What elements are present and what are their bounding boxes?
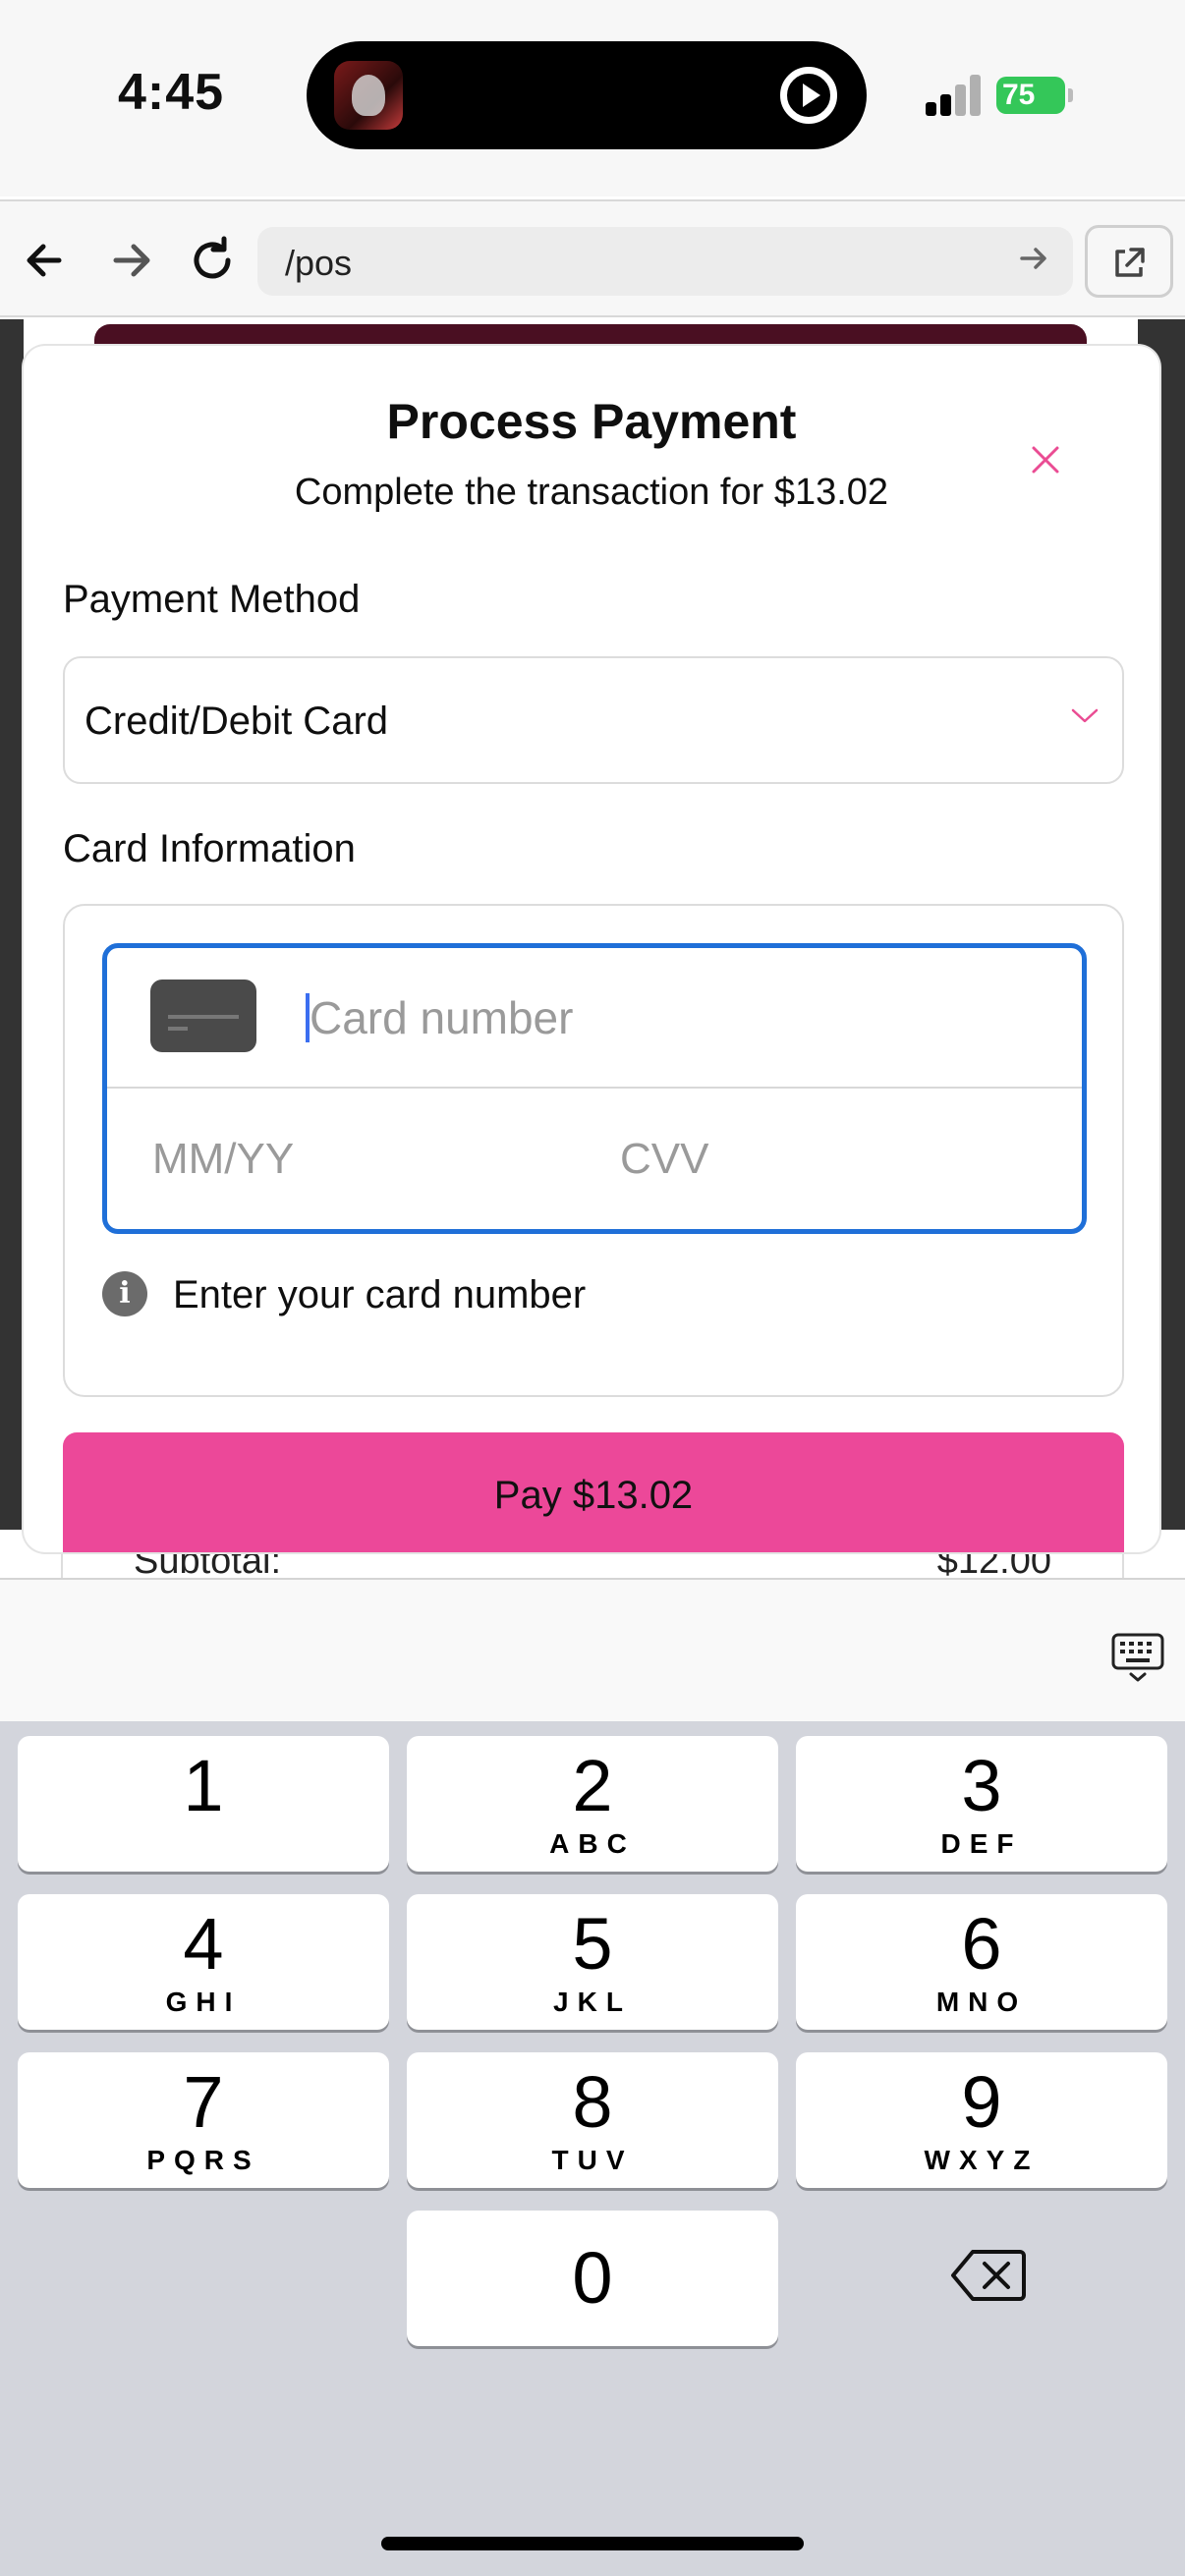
key-letters: GHI [165, 1987, 242, 2017]
key-digit: 4 [183, 1903, 224, 1985]
play-icon [780, 67, 837, 124]
key-letters: PQRS [146, 2145, 260, 2175]
back-arrow-icon[interactable] [16, 229, 79, 292]
key-digit: 7 [183, 2061, 224, 2143]
key-letters: WXYZ [924, 2145, 1040, 2175]
browser-toolbar: /pos [0, 199, 1185, 317]
key-0[interactable]: 0 [407, 2211, 778, 2346]
payment-modal: Process Payment Complete the transaction… [24, 346, 1159, 1552]
battery-level: 75 [1002, 79, 1036, 111]
close-icon[interactable] [1018, 432, 1073, 487]
delete-icon[interactable] [949, 2246, 1028, 2305]
payment-method-value: Credit/Debit Card [85, 700, 389, 743]
key-letters: TUV [551, 2145, 634, 2175]
info-icon: i [102, 1271, 147, 1316]
go-arrow-icon[interactable] [1014, 239, 1053, 288]
home-indicator[interactable] [381, 2537, 804, 2550]
key-2[interactable]: 2 ABC [407, 1736, 778, 1872]
cellular-signal-icon [926, 75, 981, 116]
key-digit: 9 [961, 2061, 1002, 2143]
modal-title: Process Payment [386, 394, 797, 449]
key-digit: 8 [572, 2061, 613, 2143]
hint-text: Enter your card number [173, 1273, 587, 1316]
reload-icon[interactable] [181, 229, 244, 292]
key-letters: JKL [553, 1987, 632, 2017]
key-7[interactable]: 7 PQRS [18, 2052, 389, 2188]
page-overlay-left [0, 319, 24, 1530]
chevron-down-icon [1069, 700, 1100, 731]
key-5[interactable]: 5 JKL [407, 1894, 778, 2030]
key-letters: DEF [940, 1828, 1023, 1859]
key-letters: ABC [549, 1828, 636, 1859]
credit-card-icon [150, 980, 256, 1052]
key-digit: 0 [572, 2237, 613, 2319]
key-digit: 3 [961, 1745, 1002, 1826]
pay-button[interactable]: Pay $13.02 [63, 1432, 1124, 1552]
keyboard-accessory-bar [0, 1578, 1185, 1721]
cvv-input[interactable]: CVV [620, 1135, 708, 1184]
status-time: 4:45 [118, 64, 225, 121]
key-digit: 1 [183, 1745, 224, 1826]
keyboard-icon[interactable] [1110, 1629, 1165, 1684]
key-digit: 6 [961, 1903, 1002, 1985]
key-8[interactable]: 8 TUV [407, 2052, 778, 2188]
url-text[interactable]: /pos [285, 243, 352, 284]
key-3[interactable]: 3 DEF [796, 1736, 1167, 1872]
external-link-icon[interactable] [1085, 225, 1173, 298]
key-digit: 5 [572, 1903, 613, 1985]
key-letters: MNO [935, 1987, 1028, 2017]
dynamic-island[interactable] [307, 41, 867, 149]
card-number-input[interactable]: Card number [310, 991, 573, 1044]
key-9[interactable]: 9 WXYZ [796, 2052, 1167, 2188]
status-bar: 4:45 75 [0, 0, 1185, 196]
card-information-panel: Card number MM/YY CVV i Enter your card … [63, 904, 1124, 1397]
key-6[interactable]: 6 MNO [796, 1894, 1167, 2030]
battery-icon: 75 [996, 77, 1073, 114]
modal-subtitle: Complete the transaction for $13.02 [294, 472, 889, 513]
payment-method-label: Payment Method [63, 578, 361, 621]
key-digit: 2 [572, 1745, 613, 1826]
card-input-group: Card number MM/YY CVV [102, 943, 1087, 1234]
card-information-label: Card Information [63, 827, 356, 870]
key-1[interactable]: 1 [18, 1736, 389, 1872]
expiry-input[interactable]: MM/YY [152, 1135, 294, 1184]
forward-arrow-icon[interactable] [98, 229, 161, 292]
now-playing-artwork [334, 61, 403, 130]
key-4[interactable]: 4 GHI [18, 1894, 389, 2030]
address-bar[interactable]: /pos [257, 227, 1073, 296]
card-number-row[interactable]: Card number [107, 948, 1082, 1089]
payment-method-select[interactable]: Credit/Debit Card [63, 656, 1124, 784]
pay-button-label: Pay $13.02 [493, 1474, 694, 1517]
